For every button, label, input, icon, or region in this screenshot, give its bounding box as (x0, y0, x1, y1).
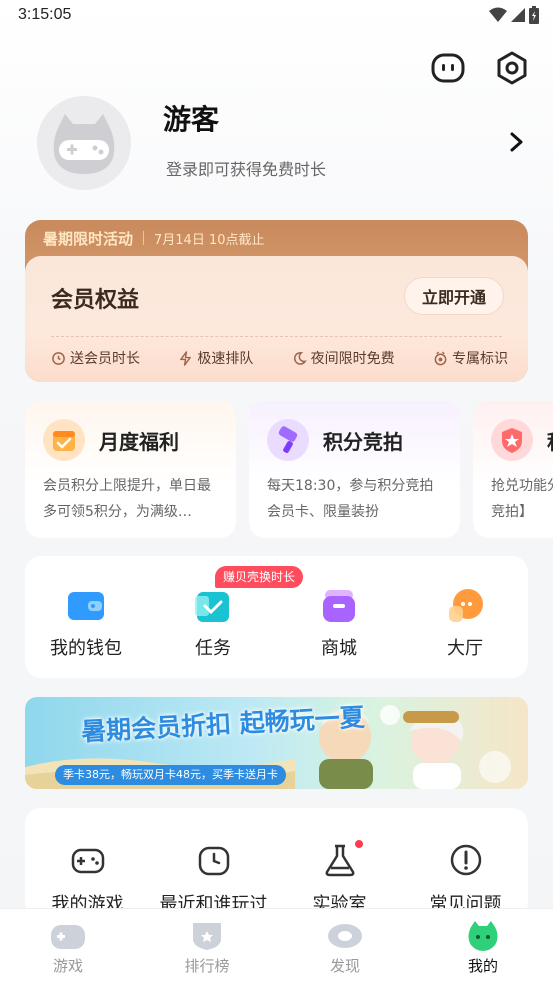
bottom-nav: 游戏 排行榜 发现 我的 (0, 908, 553, 983)
feature-desc: 会员积分上限提升，单日最多可领5积分，为满级… (43, 478, 211, 520)
feature-desc: 抢兑功能分竞拍】 (491, 478, 553, 520)
vip-perks: 送会员时长 极速排队 夜间限时免费 专属标识 (51, 348, 508, 368)
username[interactable]: 游客 (163, 98, 219, 138)
wifi-icon (489, 7, 507, 22)
vip-open-button[interactable]: 立即开通 (404, 277, 504, 315)
login-hint[interactable]: 登录即可获得免费时长 (166, 156, 326, 180)
status-time: 3:15:05 (18, 6, 72, 23)
perk-item: 送会员时长 (51, 348, 140, 368)
ranking-shield-icon (189, 921, 225, 951)
status-bar: 3:15:05 (0, 0, 553, 32)
quick-panel: 我的钱包 赚贝壳换时长 任务 商城 大厅 (25, 556, 528, 678)
vip-banner-deadline: 7月14日 10点截止 (154, 232, 265, 248)
nav-mine[interactable]: 我的 (433, 921, 533, 976)
perk-item: 夜间限时免费 (292, 348, 395, 368)
feature-title: 积分竞拍 (323, 430, 403, 454)
default-avatar-icon (53, 114, 115, 174)
shield-star-icon (491, 419, 533, 461)
quick-label: 商城 (321, 638, 357, 659)
nav-label: 发现 (329, 957, 360, 975)
vip-card[interactable]: 暑期限时活动 7月14日 10点截止 会员权益 立即开通 送会员时长 极速排队 … (25, 220, 528, 382)
perk-item: 极速排队 (178, 348, 253, 368)
vip-body: 会员权益 立即开通 送会员时长 极速排队 夜间限时免费 专属标识 (25, 256, 528, 382)
gamepad-icon (50, 921, 86, 951)
nav-label: 我的 (467, 957, 498, 975)
promo-subtitle: 季卡38元，畅玩双月卡48元，买季卡送月卡 (55, 765, 286, 785)
vip-banner: 暑期限时活动 7月14日 10点截止 (25, 220, 528, 256)
nav-label: 游戏 (52, 957, 83, 975)
faq-button[interactable]: 常见问题 (403, 842, 528, 916)
perk-item: 专属标识 (433, 348, 508, 368)
perk-label: 极速排队 (197, 351, 254, 367)
signal-icon (511, 8, 525, 22)
vip-banner-title: 暑期限时活动 (43, 229, 134, 248)
notification-dot (355, 840, 363, 848)
mall-button[interactable]: 商城 (284, 586, 394, 660)
settings-icon[interactable] (494, 50, 530, 86)
exchange-card[interactable]: 积 抢兑功能分竞拍】 (473, 401, 553, 538)
calendar-gift-icon (43, 419, 85, 461)
promo-banner[interactable]: 暑期会员折扣 起畅玩一夏 季卡38元，畅玩双月卡48元，买季卡送月卡 (25, 697, 528, 789)
lobby-button[interactable]: 大厅 (410, 586, 520, 660)
divider (143, 231, 145, 245)
tools-panel: 我的游戏 最近和谁玩过 实验室 常见问题 (25, 808, 528, 918)
quick-label: 任务 (195, 638, 231, 659)
perk-label: 专属标识 (451, 351, 508, 367)
eye-icon (327, 921, 363, 951)
recent-clock-icon (196, 842, 232, 878)
perk-label: 夜间限时免费 (310, 351, 395, 367)
vip-title: 会员权益 (51, 288, 140, 313)
task-button[interactable]: 任务 (158, 586, 268, 660)
task-icon (193, 586, 233, 626)
monthly-benefit-card[interactable]: 月度福利 会员积分上限提升，单日最多可领5积分，为满级… (25, 401, 236, 538)
task-badge: 赚贝壳换时长 (215, 566, 304, 588)
lab-button[interactable]: 实验室 (277, 842, 402, 916)
info-circle-icon (448, 842, 484, 878)
quick-label: 大厅 (447, 638, 483, 659)
points-auction-card[interactable]: 积分竞拍 每天18:30，参与积分竞拍会员卡、限量装扮 (249, 401, 460, 538)
mascot-icon (465, 921, 501, 951)
divider (51, 336, 502, 337)
quick-label: 我的钱包 (50, 638, 122, 659)
nav-games[interactable]: 游戏 (18, 921, 118, 976)
badge-icon (434, 350, 447, 365)
wallet-icon (66, 586, 106, 626)
battery-icon (529, 6, 539, 24)
feature-title: 月度福利 (99, 430, 179, 454)
chevron-right-icon[interactable] (506, 130, 528, 154)
status-icons (489, 6, 539, 24)
chat-bubble-icon (445, 586, 485, 626)
perk-label: 送会员时长 (70, 351, 140, 367)
nav-discover[interactable]: 发现 (295, 921, 395, 976)
nav-label: 排行榜 (184, 957, 230, 975)
flask-icon (322, 842, 358, 878)
auction-hammer-icon (267, 419, 309, 461)
lightning-icon (180, 350, 192, 366)
feature-desc: 每天18:30，参与积分竞拍会员卡、限量装扮 (267, 478, 434, 520)
my-games-button[interactable]: 我的游戏 (25, 842, 150, 916)
wallet-button[interactable]: 我的钱包 (31, 586, 141, 660)
clock-heart-icon (52, 351, 65, 365)
avatar[interactable] (37, 96, 131, 190)
shop-bag-icon (319, 586, 359, 626)
nav-ranking[interactable]: 排行榜 (157, 921, 257, 976)
message-icon[interactable] (430, 50, 466, 86)
recent-players-button[interactable]: 最近和谁玩过 (151, 842, 276, 916)
gamepad-icon (70, 842, 106, 878)
moon-icon (293, 351, 307, 365)
feature-title: 积 (547, 426, 553, 455)
